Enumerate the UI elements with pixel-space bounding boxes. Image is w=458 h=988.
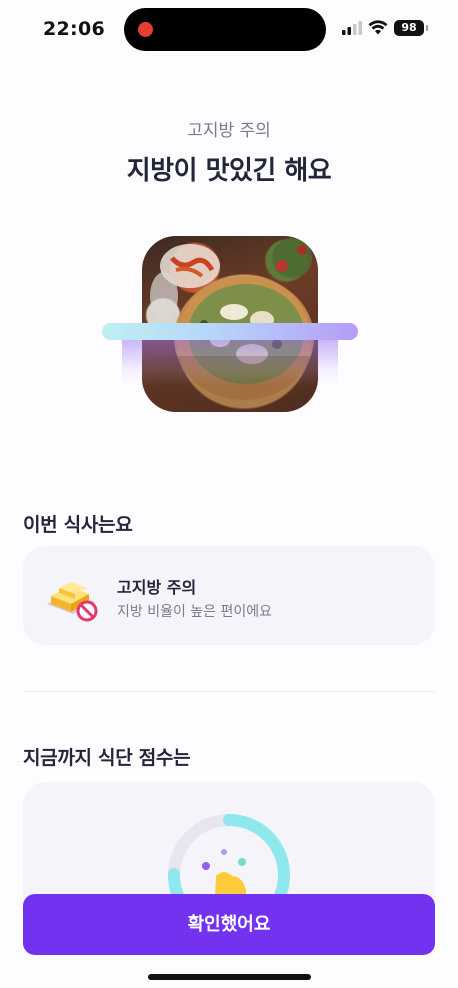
score-section-heading: 지금까지 식단 점수는 — [23, 747, 191, 769]
confirm-button[interactable]: 확인했어요 — [23, 894, 435, 955]
meal-result-card: 고지방 주의 지방 비율이 높은 편이에요 — [23, 546, 435, 645]
page-subtitle: 고지방 주의 — [187, 121, 271, 141]
scan-glow — [122, 336, 338, 386]
page-title: 지방이 맛있긴 해요 — [126, 156, 332, 186]
cellular-signal-icon — [342, 21, 362, 35]
food-image-area — [100, 236, 360, 416]
meal-card-title: 고지방 주의 — [117, 578, 197, 597]
butter-no-icon — [47, 582, 98, 622]
wifi-icon — [368, 20, 388, 35]
status-bar: 22:06 98 — [0, 0, 458, 60]
meal-card-description: 지방 비율이 높은 편이에요 — [117, 604, 273, 620]
meal-section-heading: 이번 식사는요 — [23, 514, 133, 536]
scan-bar — [102, 323, 358, 340]
dynamic-island — [124, 8, 326, 51]
status-time: 22:06 — [43, 18, 105, 40]
section-divider — [23, 691, 435, 692]
recording-dot-icon — [138, 22, 153, 37]
home-indicator — [148, 974, 311, 980]
battery-icon: 98 — [394, 20, 428, 36]
